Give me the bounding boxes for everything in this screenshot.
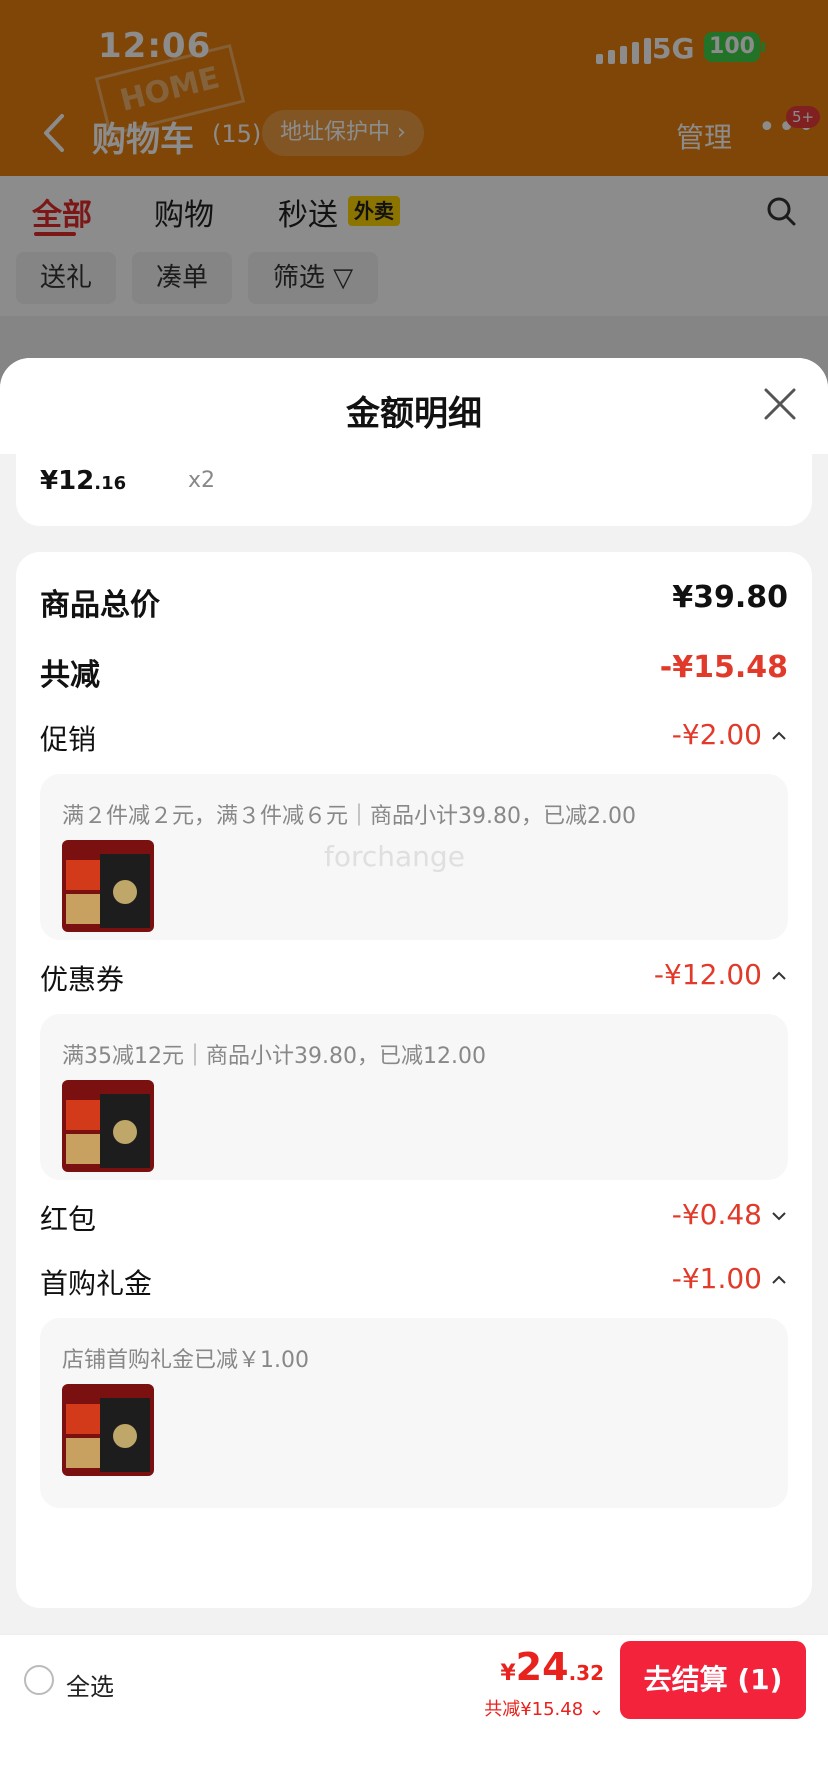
promo-detail: 满２件减２元，满３件减６元｜商品小计39.80，已减2.00 (62, 804, 636, 829)
saved-amount[interactable]: 共减¥15.48 ⌄ (484, 1695, 604, 1721)
checkout-footer: 全选 ¥24.32 共减¥15.48 ⌄ 去结算 (1) (0, 1634, 828, 1792)
promo-row[interactable]: 促销 -¥2.00 (40, 718, 788, 768)
firstbuy-value: -¥1.00 (671, 1262, 762, 1295)
discount-value: -¥15.48 (659, 650, 788, 685)
discount-label: 共减 (40, 658, 100, 693)
promo-value: -¥2.00 (671, 718, 762, 751)
select-all-label[interactable]: 全选 (66, 1667, 114, 1702)
item-summary-card: ¥12.16 x2 (16, 454, 812, 526)
chevron-up-icon[interactable] (770, 727, 788, 745)
discount-row: 共减 -¥15.48 (40, 650, 788, 700)
promo-value-group: -¥2.00 (672, 718, 788, 751)
product-thumbnail[interactable] (62, 1080, 154, 1172)
item-price: ¥12.16 (40, 466, 127, 496)
coupon-label: 优惠券 (40, 963, 125, 996)
firstbuy-row[interactable]: 首购礼金 -¥1.00 (40, 1262, 788, 1312)
firstbuy-detail-box: 店铺首购礼金已减￥1.00 (40, 1318, 788, 1508)
coupon-row[interactable]: 优惠券 -¥12.00 (40, 958, 788, 1008)
chevron-up-icon[interactable] (770, 1271, 788, 1289)
coupon-detail: 满35减12元｜商品小计39.80，已减12.00 (62, 1044, 486, 1069)
total-row: 商品总价 ¥39.80 (40, 580, 788, 630)
total-label: 商品总价 (40, 588, 160, 623)
watermark: forchange (324, 840, 465, 873)
promo-label: 促销 (40, 723, 97, 756)
checkout-bar: 全选 ¥24.32 共减¥15.48 ⌄ 去结算 (1) (0, 1634, 828, 1726)
chevron-down-icon[interactable] (770, 1207, 788, 1225)
total-value: ¥39.80 (672, 580, 788, 615)
coupon-value-group: -¥12.00 (654, 958, 788, 991)
price-breakdown-card: 商品总价 ¥39.80 共减 -¥15.48 促销 -¥2.00 满２件减２元，… (16, 552, 812, 1608)
close-icon[interactable] (758, 382, 802, 426)
item-quantity: x2 (188, 468, 216, 493)
firstbuy-label: 首购礼金 (40, 1267, 153, 1300)
checkout-button[interactable]: 去结算 (1) (620, 1641, 806, 1719)
firstbuy-detail: 店铺首购礼金已减￥1.00 (62, 1348, 309, 1373)
coupon-value: -¥12.00 (653, 958, 762, 991)
sheet-header: 金额明细 (0, 358, 828, 454)
redpacket-row[interactable]: 红包 -¥0.48 (40, 1198, 788, 1248)
saved-amount-label: 共减¥15.48 (484, 1699, 584, 1720)
firstbuy-value-group: -¥1.00 (672, 1262, 788, 1295)
total-price: ¥24.32 (500, 1645, 604, 1689)
chevron-up-icon[interactable] (770, 967, 788, 985)
redpacket-value-group: -¥0.48 (672, 1198, 788, 1231)
sheet-title: 金额明细 (346, 394, 482, 434)
amount-detail-sheet: 金额明细 ¥12.16 x2 商品总价 ¥39.80 共减 -¥15.48 促销… (0, 358, 828, 1634)
coupon-detail-box: 满35减12元｜商品小计39.80，已减12.00 (40, 1014, 788, 1180)
product-thumbnail[interactable] (62, 1384, 154, 1476)
redpacket-label: 红包 (40, 1203, 97, 1236)
product-thumbnail[interactable] (62, 840, 154, 932)
redpacket-value: -¥0.48 (671, 1198, 762, 1231)
select-all-radio[interactable] (24, 1665, 54, 1695)
